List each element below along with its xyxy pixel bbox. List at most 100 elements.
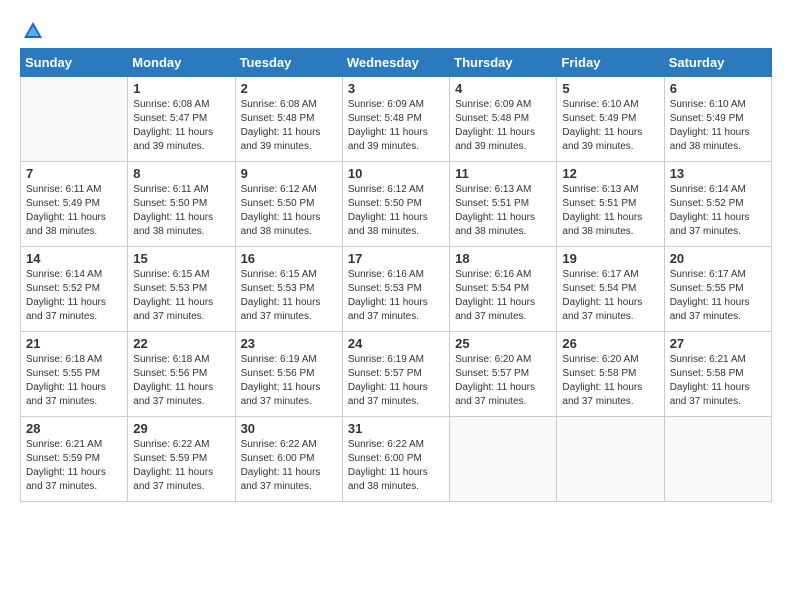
day-number: 7 [26, 166, 122, 181]
day-number: 27 [670, 336, 766, 351]
day-number: 29 [133, 421, 229, 436]
day-info: Sunrise: 6:18 AMSunset: 5:56 PMDaylight:… [133, 354, 213, 407]
day-number: 20 [670, 251, 766, 266]
calendar-week-row: 1 Sunrise: 6:08 AMSunset: 5:47 PMDayligh… [21, 77, 772, 162]
calendar-day-cell [557, 417, 664, 502]
calendar-day-cell: 8 Sunrise: 6:11 AMSunset: 5:50 PMDayligh… [128, 162, 235, 247]
day-info: Sunrise: 6:14 AMSunset: 5:52 PMDaylight:… [670, 184, 750, 237]
day-number: 21 [26, 336, 122, 351]
calendar-day-cell: 19 Sunrise: 6:17 AMSunset: 5:54 PMDaylig… [557, 247, 664, 332]
day-number: 1 [133, 81, 229, 96]
day-number: 26 [562, 336, 658, 351]
logo [20, 20, 44, 38]
calendar-day-cell: 9 Sunrise: 6:12 AMSunset: 5:50 PMDayligh… [235, 162, 342, 247]
day-info: Sunrise: 6:17 AMSunset: 5:55 PMDaylight:… [670, 269, 750, 322]
day-number: 13 [670, 166, 766, 181]
calendar-day-cell: 23 Sunrise: 6:19 AMSunset: 5:56 PMDaylig… [235, 332, 342, 417]
day-info: Sunrise: 6:13 AMSunset: 5:51 PMDaylight:… [455, 184, 535, 237]
day-info: Sunrise: 6:18 AMSunset: 5:55 PMDaylight:… [26, 354, 106, 407]
day-info: Sunrise: 6:15 AMSunset: 5:53 PMDaylight:… [241, 269, 321, 322]
day-info: Sunrise: 6:08 AMSunset: 5:47 PMDaylight:… [133, 99, 213, 152]
calendar-day-cell [21, 77, 128, 162]
calendar-day-cell: 18 Sunrise: 6:16 AMSunset: 5:54 PMDaylig… [450, 247, 557, 332]
day-info: Sunrise: 6:19 AMSunset: 5:57 PMDaylight:… [348, 354, 428, 407]
day-info: Sunrise: 6:14 AMSunset: 5:52 PMDaylight:… [26, 269, 106, 322]
calendar-day-cell: 30 Sunrise: 6:22 AMSunset: 6:00 PMDaylig… [235, 417, 342, 502]
day-of-week-header: Wednesday [342, 49, 449, 77]
day-number: 28 [26, 421, 122, 436]
calendar-day-cell: 6 Sunrise: 6:10 AMSunset: 5:49 PMDayligh… [664, 77, 771, 162]
calendar-day-cell: 1 Sunrise: 6:08 AMSunset: 5:47 PMDayligh… [128, 77, 235, 162]
day-number: 25 [455, 336, 551, 351]
day-info: Sunrise: 6:22 AMSunset: 6:00 PMDaylight:… [348, 439, 428, 492]
calendar-day-cell: 17 Sunrise: 6:16 AMSunset: 5:53 PMDaylig… [342, 247, 449, 332]
day-info: Sunrise: 6:22 AMSunset: 5:59 PMDaylight:… [133, 439, 213, 492]
day-info: Sunrise: 6:11 AMSunset: 5:49 PMDaylight:… [26, 184, 106, 237]
day-number: 10 [348, 166, 444, 181]
day-info: Sunrise: 6:16 AMSunset: 5:53 PMDaylight:… [348, 269, 428, 322]
day-number: 16 [241, 251, 337, 266]
day-info: Sunrise: 6:09 AMSunset: 5:48 PMDaylight:… [348, 99, 428, 152]
day-number: 8 [133, 166, 229, 181]
day-number: 3 [348, 81, 444, 96]
day-number: 11 [455, 166, 551, 181]
day-number: 24 [348, 336, 444, 351]
day-number: 4 [455, 81, 551, 96]
calendar-week-row: 14 Sunrise: 6:14 AMSunset: 5:52 PMDaylig… [21, 247, 772, 332]
day-number: 17 [348, 251, 444, 266]
calendar-header-row: SundayMondayTuesdayWednesdayThursdayFrid… [21, 49, 772, 77]
calendar-day-cell [664, 417, 771, 502]
day-info: Sunrise: 6:09 AMSunset: 5:48 PMDaylight:… [455, 99, 535, 152]
calendar-day-cell: 25 Sunrise: 6:20 AMSunset: 5:57 PMDaylig… [450, 332, 557, 417]
day-number: 18 [455, 251, 551, 266]
day-info: Sunrise: 6:22 AMSunset: 6:00 PMDaylight:… [241, 439, 321, 492]
calendar-week-row: 28 Sunrise: 6:21 AMSunset: 5:59 PMDaylig… [21, 417, 772, 502]
calendar-day-cell: 31 Sunrise: 6:22 AMSunset: 6:00 PMDaylig… [342, 417, 449, 502]
calendar-day-cell: 11 Sunrise: 6:13 AMSunset: 5:51 PMDaylig… [450, 162, 557, 247]
page-header [20, 20, 772, 38]
day-info: Sunrise: 6:20 AMSunset: 5:58 PMDaylight:… [562, 354, 642, 407]
calendar-day-cell: 16 Sunrise: 6:15 AMSunset: 5:53 PMDaylig… [235, 247, 342, 332]
day-number: 12 [562, 166, 658, 181]
calendar-week-row: 7 Sunrise: 6:11 AMSunset: 5:49 PMDayligh… [21, 162, 772, 247]
calendar-day-cell: 10 Sunrise: 6:12 AMSunset: 5:50 PMDaylig… [342, 162, 449, 247]
calendar-day-cell: 7 Sunrise: 6:11 AMSunset: 5:49 PMDayligh… [21, 162, 128, 247]
day-info: Sunrise: 6:20 AMSunset: 5:57 PMDaylight:… [455, 354, 535, 407]
day-number: 5 [562, 81, 658, 96]
day-info: Sunrise: 6:16 AMSunset: 5:54 PMDaylight:… [455, 269, 535, 322]
day-info: Sunrise: 6:21 AMSunset: 5:58 PMDaylight:… [670, 354, 750, 407]
calendar-week-row: 21 Sunrise: 6:18 AMSunset: 5:55 PMDaylig… [21, 332, 772, 417]
day-info: Sunrise: 6:19 AMSunset: 5:56 PMDaylight:… [241, 354, 321, 407]
day-number: 9 [241, 166, 337, 181]
calendar-day-cell: 5 Sunrise: 6:10 AMSunset: 5:49 PMDayligh… [557, 77, 664, 162]
calendar-day-cell: 3 Sunrise: 6:09 AMSunset: 5:48 PMDayligh… [342, 77, 449, 162]
day-info: Sunrise: 6:15 AMSunset: 5:53 PMDaylight:… [133, 269, 213, 322]
calendar-day-cell: 4 Sunrise: 6:09 AMSunset: 5:48 PMDayligh… [450, 77, 557, 162]
calendar-day-cell: 14 Sunrise: 6:14 AMSunset: 5:52 PMDaylig… [21, 247, 128, 332]
calendar-day-cell: 2 Sunrise: 6:08 AMSunset: 5:48 PMDayligh… [235, 77, 342, 162]
calendar-day-cell: 24 Sunrise: 6:19 AMSunset: 5:57 PMDaylig… [342, 332, 449, 417]
day-number: 30 [241, 421, 337, 436]
day-of-week-header: Sunday [21, 49, 128, 77]
calendar-day-cell: 13 Sunrise: 6:14 AMSunset: 5:52 PMDaylig… [664, 162, 771, 247]
calendar-day-cell: 20 Sunrise: 6:17 AMSunset: 5:55 PMDaylig… [664, 247, 771, 332]
day-of-week-header: Thursday [450, 49, 557, 77]
day-info: Sunrise: 6:13 AMSunset: 5:51 PMDaylight:… [562, 184, 642, 237]
day-info: Sunrise: 6:10 AMSunset: 5:49 PMDaylight:… [670, 99, 750, 152]
calendar-day-cell: 15 Sunrise: 6:15 AMSunset: 5:53 PMDaylig… [128, 247, 235, 332]
day-info: Sunrise: 6:10 AMSunset: 5:49 PMDaylight:… [562, 99, 642, 152]
day-info: Sunrise: 6:12 AMSunset: 5:50 PMDaylight:… [348, 184, 428, 237]
day-of-week-header: Monday [128, 49, 235, 77]
calendar-day-cell: 21 Sunrise: 6:18 AMSunset: 5:55 PMDaylig… [21, 332, 128, 417]
day-info: Sunrise: 6:17 AMSunset: 5:54 PMDaylight:… [562, 269, 642, 322]
logo-icon [22, 20, 44, 42]
day-number: 31 [348, 421, 444, 436]
calendar-day-cell: 28 Sunrise: 6:21 AMSunset: 5:59 PMDaylig… [21, 417, 128, 502]
day-number: 22 [133, 336, 229, 351]
day-info: Sunrise: 6:11 AMSunset: 5:50 PMDaylight:… [133, 184, 213, 237]
calendar-day-cell: 26 Sunrise: 6:20 AMSunset: 5:58 PMDaylig… [557, 332, 664, 417]
day-of-week-header: Tuesday [235, 49, 342, 77]
day-info: Sunrise: 6:12 AMSunset: 5:50 PMDaylight:… [241, 184, 321, 237]
day-of-week-header: Saturday [664, 49, 771, 77]
day-number: 23 [241, 336, 337, 351]
